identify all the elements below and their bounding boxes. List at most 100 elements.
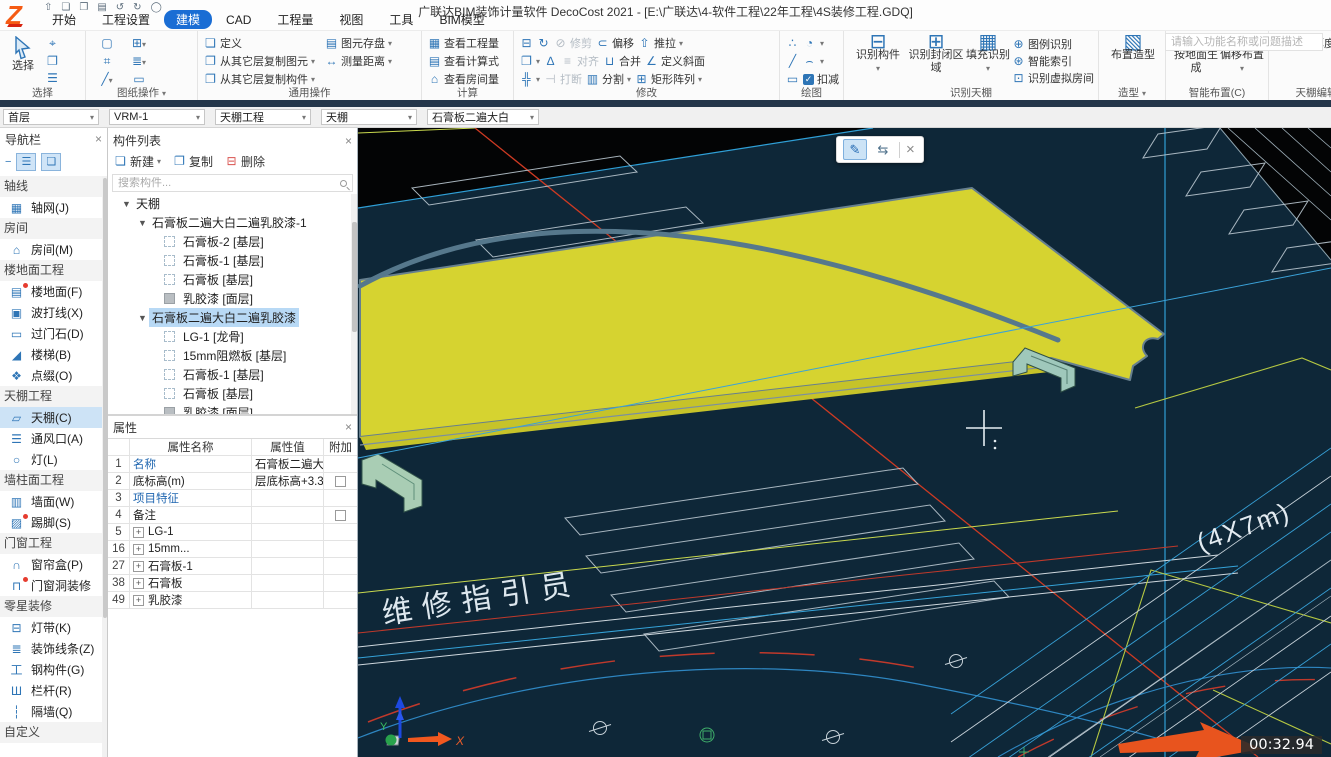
nav-item-threshold-stone[interactable]: ▭过门石(D) bbox=[0, 323, 102, 344]
tab-modeling[interactable]: 建模 bbox=[164, 10, 212, 29]
nav-item-partition[interactable]: ┆隔墙(Q) bbox=[0, 701, 102, 722]
tab-view[interactable]: 视图 bbox=[327, 10, 375, 29]
rotate-icon[interactable]: ↻ bbox=[537, 36, 550, 50]
rect-tool-icon[interactable]: ▭ bbox=[786, 72, 799, 86]
tree-leaf[interactable]: 石膏板 [基层] bbox=[108, 270, 357, 289]
pick-component-icon[interactable]: ⌖ bbox=[46, 36, 59, 51]
nav-item-accent[interactable]: ❖点缀(O) bbox=[0, 365, 102, 386]
new-component-button[interactable]: ❏新建▾ bbox=[114, 153, 161, 170]
expand-icon[interactable]: + bbox=[133, 595, 144, 606]
dynamic-orbit-button[interactable]: ⇆ bbox=[871, 139, 895, 160]
view-quantity-button[interactable]: ▦查看工程量 bbox=[428, 35, 499, 51]
sheet-table-icon[interactable]: ≣▾ bbox=[122, 54, 156, 72]
tree-node-group-1[interactable]: ▼石膏板二遍大白二遍乳胶漆-1 bbox=[108, 213, 357, 232]
nav-item-vent[interactable]: ☰通风口(A) bbox=[0, 428, 102, 449]
tree-scrollbar[interactable] bbox=[351, 194, 357, 414]
tree-leaf[interactable]: 石膏板-1 [基层] bbox=[108, 251, 357, 270]
nav-item-skirting[interactable]: ▨踢脚(S) bbox=[0, 512, 102, 533]
merge-button[interactable]: ⊔合并 bbox=[603, 53, 641, 69]
delete-icon[interactable]: ⊟ bbox=[520, 36, 533, 50]
push-pull-button[interactable]: ⇧推拉▾ bbox=[638, 35, 683, 51]
detail-view-toggle[interactable]: ❏ bbox=[41, 153, 61, 171]
element-store-button[interactable]: ▤图元存盘▾ bbox=[325, 35, 392, 51]
tab-bim-model[interactable]: BIM模型 bbox=[427, 10, 496, 29]
copy-from-layer-elements-button[interactable]: ❐从其它层复制图元▾ bbox=[204, 53, 315, 69]
tree-leaf-clipped[interactable]: 乳胶漆 [面层] bbox=[108, 403, 357, 416]
delete-sheet-icon[interactable]: ▢ bbox=[92, 36, 122, 54]
component-dropdown[interactable]: 石膏板二遍大白▾ bbox=[427, 109, 539, 125]
select-button[interactable]: 选择 bbox=[6, 34, 40, 85]
nav-item-trim-line[interactable]: ≣装饰线条(Z) bbox=[0, 638, 102, 659]
tree-leaf[interactable]: LG-1 [龙骨] bbox=[108, 327, 357, 346]
nav-item-room[interactable]: ⌂房间(M) bbox=[0, 239, 102, 260]
floor-dropdown[interactable]: 首层▾ bbox=[3, 109, 99, 125]
recognize-closed-region-button[interactable]: ⊞识别封闭区域 bbox=[908, 34, 964, 86]
tree-node-group-2-selected[interactable]: ▼石膏板二遍大白二遍乳胶漆 bbox=[108, 308, 357, 327]
expand-icon[interactable]: + bbox=[133, 544, 144, 555]
virtual-room-button[interactable]: ⊡识别虚拟房间 bbox=[1012, 70, 1094, 86]
nav-item-steel-member[interactable]: 工钢构件(G) bbox=[0, 659, 102, 680]
viewport-canvas[interactable]: 维修指引员 (4X7m) Y X bbox=[358, 128, 1331, 757]
arc-tool-icon[interactable]: ⌢ bbox=[803, 54, 816, 69]
component-list-close-icon[interactable]: × bbox=[345, 134, 352, 148]
nav-item-floor[interactable]: ▤楼地面(F) bbox=[0, 281, 102, 302]
tree-leaf[interactable]: 乳胶漆 [面层] bbox=[108, 289, 357, 308]
tab-project-settings[interactable]: 工程设置 bbox=[90, 10, 162, 29]
move-icon[interactable]: ╬▾ bbox=[520, 72, 540, 86]
navigator-scrollbar[interactable] bbox=[102, 176, 107, 757]
nav-item-wall-face[interactable]: ▥墙面(W) bbox=[0, 491, 102, 512]
type-dropdown[interactable]: 天棚▾ bbox=[321, 109, 417, 125]
model-viewport[interactable]: 维修指引员 (4X7m) Y X bbox=[358, 128, 1331, 757]
region-dropdown[interactable]: VRM-1▾ bbox=[109, 109, 205, 125]
sheet-locate-icon[interactable]: ⌗ bbox=[92, 54, 122, 72]
tab-quantity[interactable]: 工程量 bbox=[265, 10, 325, 29]
nav-item-stairs[interactable]: ◢楼梯(B) bbox=[0, 344, 102, 365]
delete-component-button[interactable]: ⊟删除 bbox=[225, 153, 265, 170]
list-view-toggle[interactable]: ☰ bbox=[16, 153, 36, 171]
expand-icon[interactable]: + bbox=[133, 578, 144, 589]
properties-close-icon[interactable]: × bbox=[345, 420, 352, 434]
nav-item-border-line[interactable]: ▣波打线(X) bbox=[0, 302, 102, 323]
edit-region-button[interactable]: ✎ bbox=[843, 139, 867, 160]
legend-recognize-button[interactable]: ⊕图例识别 bbox=[1012, 36, 1072, 52]
expand-icon[interactable]: + bbox=[133, 527, 144, 538]
expand-icon[interactable]: + bbox=[133, 561, 144, 572]
copy-component-button[interactable]: ❐复制 bbox=[173, 153, 213, 170]
place-shape-button[interactable]: ▧布置造型 bbox=[1105, 34, 1161, 62]
tree-leaf[interactable]: 15mm阻燃板 [基层] bbox=[108, 346, 357, 365]
tab-tools[interactable]: 工具 bbox=[377, 10, 425, 29]
tree-node-ceiling[interactable]: ▼天棚 bbox=[108, 194, 357, 213]
nav-item-axis-grid[interactable]: ▦轴网(J) bbox=[0, 197, 102, 218]
batch-select-icon[interactable]: ☰ bbox=[46, 71, 59, 85]
smart-index-button[interactable]: ⊛智能索引 bbox=[1012, 53, 1072, 69]
sheet-grid-icon[interactable]: ⊞▾ bbox=[122, 36, 156, 54]
tree-leaf[interactable]: 石膏板-1 [基层] bbox=[108, 365, 357, 384]
fill-recognize-button[interactable]: ▦填充识别▾ bbox=[966, 34, 1010, 86]
recognize-component-button[interactable]: ⊟识别构件▾ bbox=[850, 34, 906, 86]
nav-item-lamp[interactable]: ○灯(L) bbox=[0, 449, 102, 470]
mirror-icon[interactable]: ∆ bbox=[544, 54, 557, 68]
define-button[interactable]: ❏定义 bbox=[204, 35, 242, 51]
mini-toolbar-close-icon[interactable]: × bbox=[904, 141, 917, 158]
point-tool-icon[interactable]: ∴ bbox=[786, 36, 799, 50]
collapse-all-icon[interactable]: − bbox=[5, 156, 11, 168]
nav-item-railing[interactable]: Ш栏杆(R) bbox=[0, 680, 102, 701]
tab-cad[interactable]: CAD bbox=[214, 12, 263, 28]
define-slope-button[interactable]: ∠定义斜面 bbox=[645, 53, 705, 69]
line-tool-icon[interactable]: ╱ bbox=[786, 54, 799, 68]
measure-distance-button[interactable]: ↔测量距离▾ bbox=[325, 53, 392, 69]
component-search[interactable] bbox=[112, 174, 353, 192]
category-dropdown[interactable]: 天棚工程▾ bbox=[215, 109, 311, 125]
nav-item-ceiling[interactable]: ▱天棚(C) bbox=[0, 407, 102, 428]
nav-item-opening-finish[interactable]: ⊓门窗洞装修 bbox=[0, 575, 102, 596]
tree-leaf[interactable]: 石膏板-2 [基层] bbox=[108, 232, 357, 251]
function-search-input[interactable] bbox=[1165, 33, 1323, 51]
attach-checkbox[interactable] bbox=[335, 476, 346, 487]
nav-item-curtain-box[interactable]: ∩窗帘盒(P) bbox=[0, 554, 102, 575]
copy-element-icon[interactable]: ❐▾ bbox=[520, 54, 540, 68]
offset-button[interactable]: ⊂偏移 bbox=[596, 35, 634, 51]
component-search-input[interactable] bbox=[118, 177, 328, 189]
nav-item-light-strip[interactable]: ⊟灯带(K) bbox=[0, 617, 102, 638]
attach-checkbox[interactable] bbox=[335, 510, 346, 521]
view-formula-button[interactable]: ▤查看计算式 bbox=[428, 53, 499, 69]
